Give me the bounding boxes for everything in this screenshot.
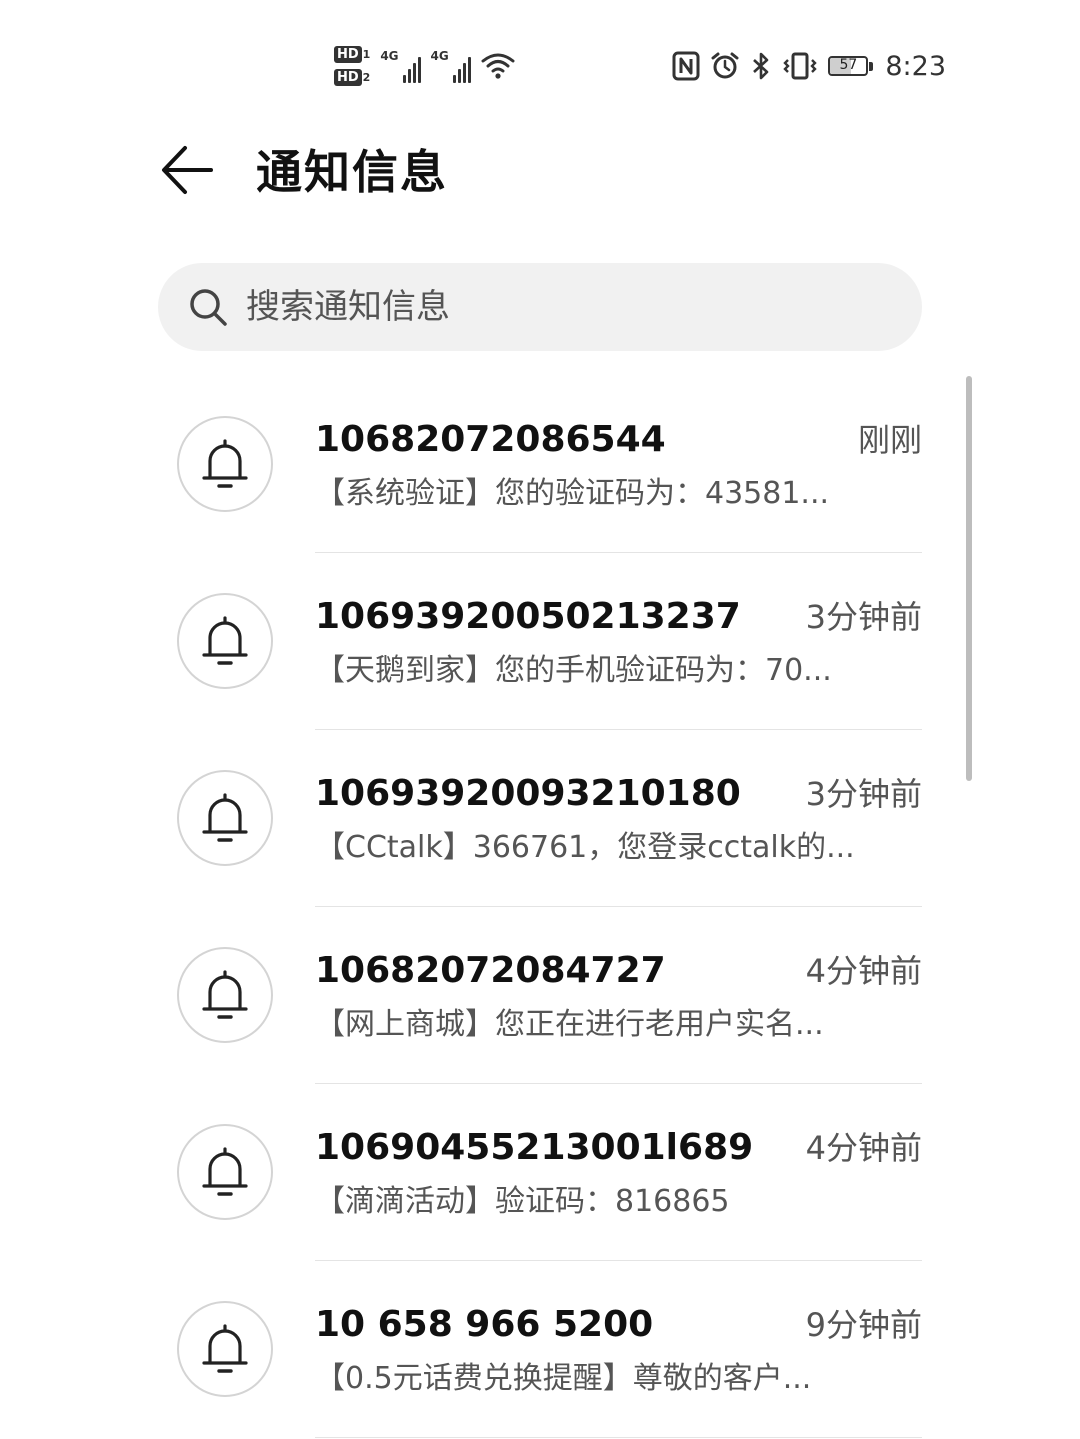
signal-4g-icon: 4G [380,49,421,83]
status-bar-right: 57 8:23 [672,44,946,88]
status-time: 8:23 [885,50,946,82]
message-sender: 10693920093210180 [315,773,741,814]
message-time: 4分钟前 [805,952,922,990]
hd-sim2-label: HD [334,69,362,86]
bell-icon [202,1147,248,1196]
search-input[interactable] [246,277,886,337]
hd-sim1-label: HD [334,46,362,63]
battery-level: 57 [839,57,858,73]
message-sender: 10 658 966 5200 [315,1304,654,1345]
bell-icon [202,439,248,488]
bell-icon [202,616,248,665]
network-type-label: 4G [380,49,399,63]
bell-icon [202,793,248,842]
battery-body: 57 [828,56,869,76]
message-row[interactable]: 10682072084727 4分钟前 【网上商城】您正在进行老用户实名... [0,907,1080,1084]
message-row[interactable]: 10690455213001l689 4分钟前 【滴滴活动】验证码：816865 [0,1084,1080,1261]
message-row[interactable]: 10693920050213237 3分钟前 【天鹅到家】您的手机验证码为：70… [0,553,1080,730]
message-list: 10682072086544 刚刚 【系统验证】您的验证码为：43581... … [0,376,1080,1438]
status-bar-left: HD 1 HD 2 4G 4G [334,40,515,92]
network-type-label: 4G [430,49,449,63]
message-avatar [177,1301,273,1397]
message-time: 3分钟前 [805,598,922,636]
hd-sim2-icon: HD 2 [334,69,370,86]
message-sender: 10682072086544 [315,419,666,460]
bell-icon [202,1324,248,1373]
message-preview: 【滴滴活动】验证码：816865 [315,1184,730,1219]
message-preview: 【天鹅到家】您的手机验证码为：70... [315,653,832,688]
message-avatar [177,416,273,512]
page-header: 通知信息 [0,120,1080,230]
message-sender: 10682072084727 [315,950,666,991]
hd-sim2-number: 2 [362,71,371,84]
scrollbar-thumb[interactable] [966,376,972,781]
message-time: 4分钟前 [805,1129,922,1167]
back-button[interactable] [152,140,222,200]
nfc-icon [672,51,700,81]
message-row[interactable]: 10 658 966 5200 9分钟前 【0.5元话费兑换提醒】尊敬的客户..… [0,1261,1080,1438]
message-row[interactable]: 10693920093210180 3分钟前 【CCtalk】366761，您登… [0,730,1080,907]
bluetooth-icon [750,51,772,81]
row-divider [315,1436,922,1438]
message-preview: 【系统验证】您的验证码为：43581... [315,476,830,511]
message-preview: 【网上商城】您正在进行老用户实名... [315,1007,824,1042]
bell-icon [202,970,248,1019]
hd-sim1-number: 1 [362,48,371,61]
message-sender: 10693920050213237 [315,596,741,637]
search-icon [190,289,227,326]
message-avatar [177,1124,273,1220]
message-avatar [177,770,273,866]
status-bar: HD 1 HD 2 4G 4G 57 8:23 [0,0,1080,120]
message-row[interactable]: 10682072086544 刚刚 【系统验证】您的验证码为：43581... [0,376,1080,553]
battery-icon: 57 [828,56,874,76]
vibrate-icon [782,51,818,81]
message-time: 9分钟前 [805,1306,922,1344]
battery-cap [869,61,874,71]
wifi-icon [481,51,515,81]
message-preview: 【CCtalk】366761，您登录cctalk的... [315,830,855,865]
message-time: 刚刚 [857,421,922,459]
message-avatar [177,593,273,689]
search-bar[interactable] [158,263,922,351]
alarm-icon [710,51,740,81]
hd-sim1-icon: HD 1 [334,46,370,63]
message-sender: 10690455213001l689 [315,1127,754,1168]
hd-sim-stack: HD 1 HD 2 [334,46,370,86]
arrow-left-icon [162,146,213,194]
signal-4g-icon: 4G [431,49,471,83]
message-avatar [177,947,273,1043]
message-time: 3分钟前 [805,775,922,813]
page-title: 通知信息 [256,145,448,199]
message-preview: 【0.5元话费兑换提醒】尊敬的客户... [315,1361,812,1396]
